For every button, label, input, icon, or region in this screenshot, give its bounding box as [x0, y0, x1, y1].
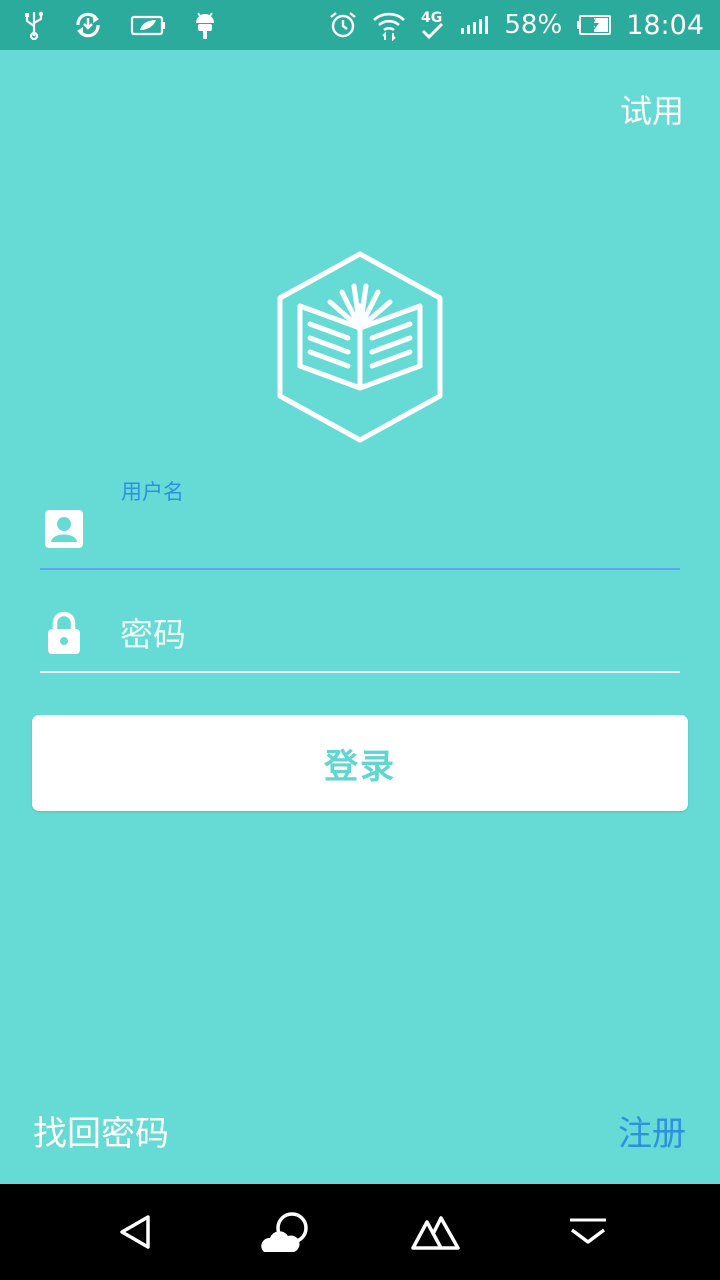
navigation-bar — [0, 1184, 720, 1280]
clock: 18:04 — [626, 9, 704, 41]
dropdown-icon[interactable] — [564, 1208, 614, 1256]
battery-percent: 58% — [504, 10, 563, 40]
mountain-icon[interactable] — [410, 1208, 462, 1256]
sync-icon — [72, 9, 104, 41]
password-input[interactable] — [118, 606, 682, 662]
usb-icon — [22, 10, 46, 40]
cloud-icon[interactable] — [258, 1208, 316, 1256]
battery-icon — [576, 14, 612, 36]
forgot-password-link[interactable]: 找回密码 — [33, 1106, 169, 1155]
wifi-icon — [372, 9, 406, 41]
register-link[interactable]: 注册 — [618, 1106, 686, 1155]
login-button[interactable]: 登录 — [32, 715, 688, 811]
network-4g-icon: 4G — [420, 8, 446, 42]
battery-saver-icon — [130, 12, 166, 38]
username-underline — [40, 568, 680, 570]
android-icon — [192, 9, 218, 41]
user-card-icon — [44, 509, 84, 549]
trial-button[interactable]: 试用 — [620, 86, 684, 132]
back-icon[interactable] — [110, 1208, 160, 1256]
signal-icon — [460, 14, 490, 36]
svg-text:4G: 4G — [421, 10, 442, 26]
username-label: 用户名 — [121, 480, 184, 504]
status-bar-left — [22, 8, 218, 42]
alarm-icon — [328, 10, 358, 40]
username-input[interactable] — [118, 506, 682, 562]
status-bar-right: 4G 58% 18:04 — [328, 8, 704, 42]
book-hexagon-logo — [270, 248, 450, 446]
lock-icon — [46, 611, 82, 655]
password-underline — [40, 671, 680, 673]
status-bar: 4G 58% 18:04 — [0, 0, 720, 50]
